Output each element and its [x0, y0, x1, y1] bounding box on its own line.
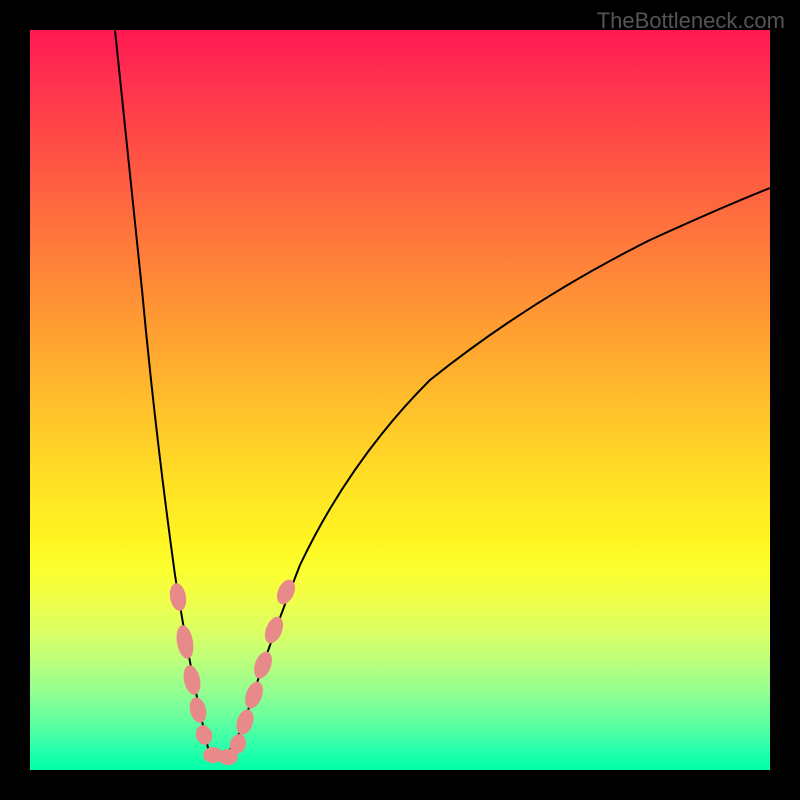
- gradient-chart-area: [30, 30, 770, 770]
- bead-left-5: [193, 723, 214, 747]
- bead-right-2: [233, 707, 256, 737]
- bead-right-6: [273, 577, 298, 607]
- bead-left-4: [187, 695, 209, 724]
- bead-left-1: [168, 582, 189, 612]
- bead-right-5: [261, 614, 286, 646]
- watermark-text: TheBottleneck.com: [597, 8, 785, 34]
- bead-left-3: [181, 664, 203, 697]
- bead-left-2: [174, 624, 196, 660]
- v-curve-left: [115, 30, 220, 759]
- v-curve-right: [220, 188, 770, 759]
- curve-svg: [30, 30, 770, 770]
- bead-right-4: [251, 649, 276, 681]
- bead-right-3: [242, 679, 267, 711]
